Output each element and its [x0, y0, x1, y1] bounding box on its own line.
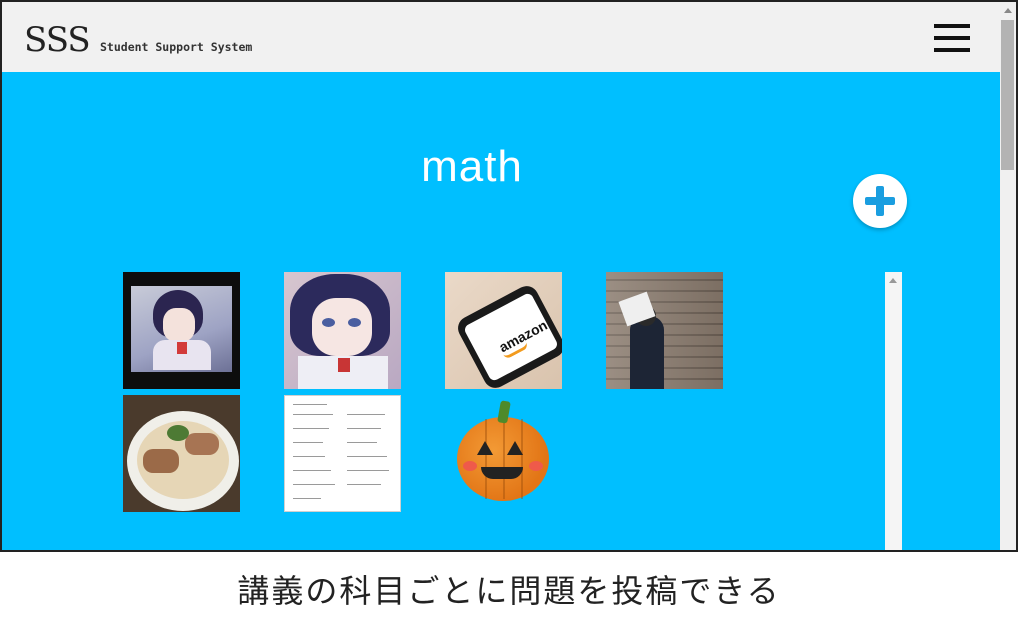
image-detail: [348, 318, 361, 327]
page-title: math: [421, 142, 523, 191]
sheet-line: [293, 484, 335, 485]
menu-line: [934, 48, 970, 52]
sheet-line: [347, 442, 377, 443]
image-detail: [322, 318, 335, 327]
image-detail: [185, 433, 219, 455]
sheet-line: [293, 404, 327, 405]
caption: 講義の科目ごとに問題を投稿できる: [237, 572, 781, 610]
sheet-line: [347, 484, 381, 485]
image-detail: [507, 441, 523, 455]
sheet-line: [293, 428, 329, 429]
sheet-line: [347, 428, 381, 429]
scroll-up-icon[interactable]: [1004, 8, 1012, 13]
image-detail: [312, 298, 372, 356]
thumbnail-math-sheet[interactable]: [284, 395, 401, 512]
header-bar: SSS Student Support System: [2, 2, 1000, 72]
image-detail: [630, 316, 664, 389]
image-detail: [167, 425, 189, 441]
scroll-up-icon[interactable]: [889, 278, 897, 283]
page-scrollbar[interactable]: [1000, 2, 1016, 550]
thumbnail-anime-girl-framed[interactable]: [123, 272, 240, 389]
image-detail: [481, 467, 523, 479]
sheet-line: [293, 442, 323, 443]
sheet-line: [293, 414, 333, 415]
menu-line: [934, 24, 970, 28]
gallery-scrollbar[interactable]: [885, 272, 902, 550]
sheet-line: [347, 456, 387, 457]
thumbnail-pumpkin[interactable]: [445, 395, 562, 512]
thumbnail-anime-girl[interactable]: [284, 272, 401, 389]
hamburger-menu-icon[interactable]: [932, 22, 974, 54]
thumbnail-amazon-phone[interactable]: amazon: [445, 272, 562, 389]
sheet-line: [293, 456, 325, 457]
sheet-line: [293, 470, 331, 471]
image-detail: [463, 461, 477, 471]
sheet-line: [347, 414, 385, 415]
image-detail: [477, 441, 493, 455]
sheet-line: [293, 498, 321, 499]
sheet-line: [347, 470, 389, 471]
logo-subtitle: Student Support System: [100, 40, 253, 54]
scrollbar-thumb[interactable]: [1001, 20, 1014, 170]
logo[interactable]: SSS: [24, 20, 91, 60]
image-detail: [143, 449, 179, 473]
browser-frame: SSS Student Support System math amazon: [0, 0, 1018, 552]
image-detail: [529, 461, 543, 471]
image-detail: [485, 419, 487, 499]
add-post-button[interactable]: [853, 174, 907, 228]
image-detail: [338, 358, 350, 372]
image-detail: [163, 308, 195, 342]
image-detail: [503, 419, 505, 499]
thumbnail-ramen[interactable]: [123, 395, 240, 512]
image-detail: [521, 419, 523, 499]
image-detail: [606, 272, 723, 389]
image-detail: [177, 342, 187, 354]
menu-line: [934, 36, 970, 40]
thumbnail-brick-wall-person[interactable]: [606, 272, 723, 389]
